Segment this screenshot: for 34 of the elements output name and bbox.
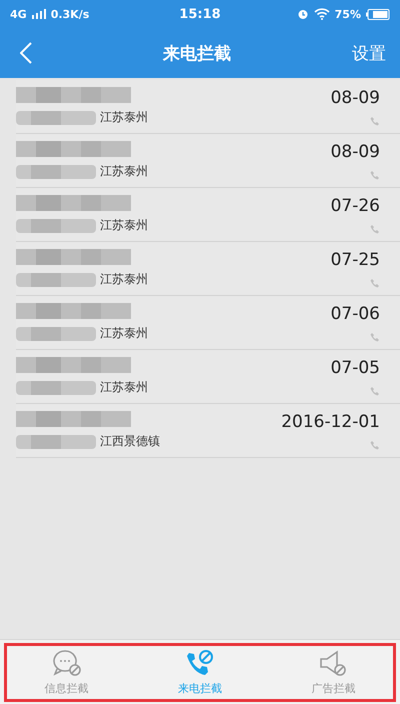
caller-location: 江苏泰州 [100,109,148,126]
wifi-icon [314,8,330,20]
clock: 15:18 [179,6,221,22]
page-title: 来电拦截 [163,42,231,64]
caller-location: 江苏泰州 [100,217,148,234]
back-icon [20,42,32,64]
call-date: 07-26 [330,196,380,216]
phone-icon [370,386,380,396]
phone-icon [370,224,380,234]
signal-icon [32,9,46,19]
call-date: 2016-12-01 [281,412,380,432]
caller-location: 江苏泰州 [100,379,148,396]
message-blocked-icon [52,648,82,676]
phone-icon [370,278,380,288]
call-date: 07-25 [330,250,380,270]
caller-location: 江西景德镇 [100,433,160,450]
call-date: 08-09 [330,142,380,162]
caller-location: 江苏泰州 [100,325,148,342]
phone-blocked-icon [184,648,215,676]
phone-icon [370,170,380,180]
network-type: 4G [10,8,27,20]
phone-icon [370,440,380,450]
alarm-icon [296,8,309,20]
call-date: 07-05 [330,358,380,378]
call-date: 07-06 [330,304,380,324]
speaker-blocked-icon [318,648,348,676]
phone-icon [370,116,380,126]
battery-percent: 75% [334,8,361,20]
network-speed: 0.3K/s [50,8,90,20]
caller-location: 江苏泰州 [100,163,148,180]
battery-icon [366,8,390,20]
caller-location: 江苏泰州 [100,271,148,288]
call-date: 08-09 [330,88,380,108]
phone-icon [370,332,380,342]
